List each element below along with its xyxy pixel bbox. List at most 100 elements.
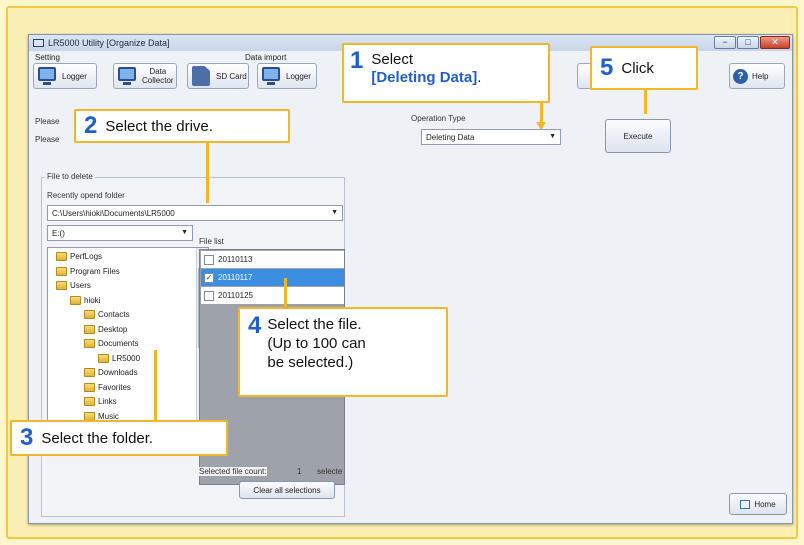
file-name-1: 20110113 bbox=[218, 255, 253, 264]
tree-item[interactable]: Contacts bbox=[84, 310, 130, 319]
callout-1-line1: Select bbox=[371, 51, 414, 68]
operation-type-label: Operation Type bbox=[411, 114, 466, 123]
chevron-down-icon: ▼ bbox=[331, 209, 338, 216]
drive-value: E:() bbox=[52, 228, 65, 238]
operation-type-dropdown[interactable]: Deleting Data ▼ bbox=[421, 129, 561, 145]
close-button[interactable]: ✕ bbox=[760, 36, 790, 49]
tree-item-label: Downloads bbox=[98, 368, 138, 377]
tree-item[interactable]: PerfLogs bbox=[56, 252, 102, 261]
minimize-button[interactable]: − bbox=[714, 36, 736, 49]
data-collector-icon bbox=[117, 66, 139, 86]
help-icon: ? bbox=[733, 68, 748, 84]
tree-item-label: Program Files bbox=[70, 266, 120, 276]
file-row-3[interactable]: 20110125 bbox=[201, 287, 344, 304]
callout-4-number: 4 bbox=[248, 312, 262, 339]
help-label: Help bbox=[752, 71, 769, 81]
help-button[interactable]: ? Help bbox=[729, 63, 785, 89]
callout-4: 4 Select the file. (Up to 100 can be sel… bbox=[238, 307, 448, 397]
app-icon bbox=[33, 39, 44, 47]
callout-5-text: Click bbox=[621, 59, 654, 77]
data-collector-button[interactable]: Data Collector bbox=[113, 63, 177, 89]
execute-button[interactable]: Execute bbox=[605, 119, 671, 153]
tree-item[interactable]: Downloads bbox=[84, 368, 138, 377]
maximize-button[interactable]: □ bbox=[737, 36, 759, 49]
folder-icon bbox=[84, 397, 95, 406]
home-icon bbox=[740, 499, 751, 509]
setting-logger-label: Logger bbox=[62, 71, 87, 81]
tree-item-label: Contacts bbox=[98, 310, 130, 319]
tree-item-label: Users bbox=[70, 281, 91, 290]
file-checkbox-2[interactable]: ✓ bbox=[204, 272, 214, 283]
callout-3-text: Select the folder. bbox=[41, 429, 154, 447]
folder-tree[interactable]: PerfLogs Program Files Users hioki Contacts D… bbox=[47, 247, 209, 437]
setting-group-label: Setting bbox=[35, 53, 60, 62]
folder-icon bbox=[84, 368, 95, 377]
callout-5: 5 Click bbox=[590, 46, 698, 90]
callout-3: 3 Select the folder. bbox=[10, 420, 228, 456]
folder-icon bbox=[84, 339, 95, 348]
callout-1-suffix: . bbox=[477, 69, 482, 86]
tree-item[interactable]: Desktop bbox=[84, 324, 127, 334]
file-checkbox-3[interactable] bbox=[204, 290, 214, 301]
window-title: LR5000 Utility [Organize Data] bbox=[48, 38, 170, 48]
callout-2-text: Select the drive. bbox=[105, 117, 213, 135]
file-row-2[interactable]: ✓ 20110117 bbox=[201, 269, 344, 286]
import-logger-button[interactable]: Logger bbox=[257, 63, 317, 89]
callout-3-number: 3 bbox=[20, 424, 34, 451]
file-name-2: 20110117 bbox=[218, 273, 253, 282]
window-controls: − □ ✕ bbox=[714, 36, 790, 49]
callout-5-pointer bbox=[644, 90, 647, 114]
callout-3-pointer bbox=[154, 350, 157, 420]
folder-icon bbox=[84, 382, 95, 392]
callout-1-arrow-icon bbox=[536, 122, 546, 130]
sd-card-label: SD Card bbox=[216, 71, 247, 81]
recent-folder-path: C:\Users\hioki\Documents\LR5000 bbox=[52, 208, 175, 218]
callout-1-highlight: [Deleting Data] bbox=[371, 69, 478, 86]
callout-1-pointer bbox=[540, 103, 543, 123]
file-checkbox-1[interactable] bbox=[204, 254, 214, 265]
tree-item[interactable]: Program Files bbox=[56, 266, 120, 276]
folder-icon bbox=[84, 324, 95, 334]
data-import-group-label: Data import bbox=[245, 53, 287, 62]
callout-4-line3: be selected.) bbox=[267, 354, 354, 371]
callout-2: 2 Select the drive. bbox=[74, 109, 290, 143]
sd-card-button[interactable]: SD Card bbox=[187, 63, 249, 89]
tree-item-label: hioki bbox=[84, 295, 101, 305]
logger-icon bbox=[37, 66, 59, 86]
folder-icon bbox=[56, 266, 67, 276]
selected-count-label: Selected file count: bbox=[199, 467, 267, 476]
tree-item-label: PerfLogs bbox=[70, 252, 103, 261]
folder-icon bbox=[98, 353, 109, 363]
tree-item[interactable]: Documents bbox=[84, 339, 138, 348]
callout-4-pointer bbox=[284, 278, 287, 308]
folder-icon bbox=[84, 310, 95, 319]
callout-4-line1: Select the file. bbox=[267, 316, 362, 333]
file-row-1[interactable]: 20110113 bbox=[201, 251, 344, 268]
recent-folder-dropdown[interactable]: C:\Users\hioki\Documents\LR5000 ▼ bbox=[47, 205, 343, 221]
home-label: Home bbox=[754, 499, 776, 509]
tree-item[interactable]: LR5000 bbox=[98, 353, 140, 363]
chevron-down-icon: ▼ bbox=[181, 229, 188, 236]
operation-type-value: Deleting Data bbox=[426, 132, 475, 142]
tree-item-label: Documents bbox=[98, 339, 139, 348]
folder-icon bbox=[56, 252, 67, 261]
import-logger-label: Logger bbox=[286, 71, 311, 81]
callout-4-line2: (Up to 100 can bbox=[267, 335, 366, 352]
selected-count-suffix: selecte bbox=[317, 467, 343, 476]
tree-item[interactable]: Links bbox=[84, 397, 117, 406]
file-name-3: 20110125 bbox=[218, 291, 253, 300]
clear-all-selections-button[interactable]: Clear all selections bbox=[239, 481, 335, 499]
data-collector-label-2: Collector bbox=[142, 76, 174, 85]
callout-1: 1 Select [Deleting Data]. bbox=[342, 43, 550, 103]
home-button[interactable]: Home bbox=[729, 493, 787, 515]
drive-dropdown[interactable]: E:() ▼ bbox=[47, 225, 193, 241]
tree-item[interactable]: Favorites bbox=[84, 382, 131, 392]
setting-logger-button[interactable]: Logger bbox=[33, 63, 97, 89]
please-label-2: Please bbox=[35, 135, 60, 144]
callout-2-pointer bbox=[206, 143, 209, 203]
tree-item-label: Favorites bbox=[98, 382, 131, 392]
callout-5-number: 5 bbox=[600, 54, 614, 81]
callout-2-number: 2 bbox=[84, 112, 98, 139]
tree-item[interactable]: hioki bbox=[70, 295, 101, 305]
tree-item[interactable]: Users bbox=[56, 281, 91, 290]
